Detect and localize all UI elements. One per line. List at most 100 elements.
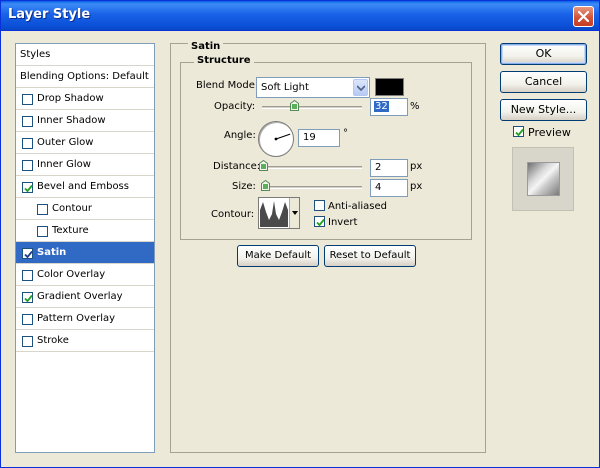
styles-item-label: Contour <box>52 203 92 214</box>
opacity-slider-thumb[interactable] <box>290 100 299 111</box>
styles-item-checkbox[interactable] <box>22 160 33 171</box>
styles-item-inner-glow[interactable]: Inner Glow <box>16 154 154 176</box>
make-default-button[interactable]: Make Default <box>237 245 319 267</box>
angle-value: 19 <box>303 132 316 143</box>
chevron-down-icon <box>357 85 365 91</box>
preview-checkbox[interactable] <box>513 126 524 137</box>
angle-dial[interactable] <box>258 121 294 157</box>
dialog-body: Styles Blending Options: Default Drop Shad… <box>4 32 596 466</box>
styles-item-texture[interactable]: Texture <box>16 220 154 242</box>
styles-item-contour[interactable]: Contour <box>16 198 154 220</box>
checkmark-icon <box>515 128 524 137</box>
anti-aliased-label: Anti-aliased <box>328 201 388 212</box>
styles-item-label: Color Overlay <box>37 269 106 280</box>
styles-item-label: Gradient Overlay <box>37 291 123 302</box>
contour-dropdown-button[interactable] <box>289 198 299 228</box>
blend-mode-label: Blend Mode: <box>196 80 259 91</box>
contour-curve-icon <box>260 201 288 227</box>
opacity-value: 32 <box>374 101 389 112</box>
triangle-down-icon <box>292 211 298 215</box>
styles-item-label: Drop Shadow <box>37 93 104 104</box>
contour-label: Contour: <box>211 209 255 220</box>
styles-item-label: Blending Options: Default <box>20 71 149 82</box>
styles-item-label: Inner Shadow <box>37 115 106 126</box>
distance-value: 2 <box>375 162 382 173</box>
invert-checkbox[interactable] <box>314 216 325 227</box>
styles-list: Styles Blending Options: Default Drop Shad… <box>15 43 155 453</box>
styles-item-color-overlay[interactable]: Color Overlay <box>16 264 154 286</box>
opacity-unit: % <box>410 101 420 112</box>
angle-unit: ° <box>343 128 348 139</box>
styles-item-inner-shadow[interactable]: Inner Shadow <box>16 110 154 132</box>
styles-item-outer-glow[interactable]: Outer Glow <box>16 132 154 154</box>
checkmark-icon <box>316 218 325 227</box>
size-slider-track[interactable] <box>262 186 362 189</box>
styles-item-checkbox[interactable] <box>22 138 33 149</box>
styles-item-checkbox[interactable] <box>22 270 33 281</box>
checkmark-icon <box>24 250 33 259</box>
styles-item-stroke[interactable]: Stroke <box>16 330 154 352</box>
checkmark-icon <box>24 184 33 193</box>
blend-mode-value: Soft Light <box>261 82 309 93</box>
cancel-button[interactable]: Cancel <box>500 71 587 93</box>
styles-item-checkbox[interactable] <box>22 336 33 347</box>
angle-label: Angle: <box>224 130 256 141</box>
styles-item-drop-shadow[interactable]: Drop Shadow <box>16 88 154 110</box>
ok-button[interactable]: OK <box>500 43 587 65</box>
styles-item-checkbox[interactable] <box>22 116 33 127</box>
distance-slider-thumb[interactable] <box>259 160 268 171</box>
styles-item-label: Satin <box>37 247 67 258</box>
size-label: Size: <box>232 181 256 192</box>
styles-item-label: Inner Glow <box>37 159 91 170</box>
distance-unit: px <box>410 161 423 172</box>
styles-item-checkbox[interactable] <box>22 314 33 325</box>
window-title: Layer Style <box>8 7 91 22</box>
structure-group-label: Structure <box>194 55 254 66</box>
title-bar[interactable]: Layer Style <box>1 1 599 31</box>
checkmark-icon <box>24 294 33 303</box>
layer-style-window: Layer Style Styles Blending Options: Defa… <box>0 0 600 468</box>
styles-item-checkbox[interactable] <box>22 94 33 105</box>
styles-item-label: Pattern Overlay <box>37 313 116 324</box>
styles-item-checkbox[interactable] <box>37 204 48 215</box>
opacity-input[interactable]: 32 <box>370 98 408 116</box>
satin-color-swatch[interactable] <box>375 78 404 96</box>
style-preview-swatch <box>527 162 560 196</box>
distance-input[interactable]: 2 <box>370 159 408 177</box>
size-unit: px <box>410 181 423 192</box>
styles-item-checkbox[interactable] <box>22 292 33 303</box>
anti-aliased-checkbox[interactable] <box>314 200 325 211</box>
styles-item-label: Bevel and Emboss <box>37 181 129 192</box>
size-slider-thumb[interactable] <box>261 180 270 191</box>
new-style-button[interactable]: New Style... <box>500 99 587 121</box>
satin-group-label: Satin <box>188 41 224 52</box>
styles-item-checkbox[interactable] <box>37 226 48 237</box>
reset-to-default-button[interactable]: Reset to Default <box>324 245 416 267</box>
styles-item-styles[interactable]: Styles <box>16 44 154 66</box>
opacity-slider-track[interactable] <box>262 106 362 109</box>
size-input[interactable]: 4 <box>370 179 408 197</box>
blend-mode-select[interactable]: Soft Light <box>256 77 370 98</box>
styles-item-bevel-and-emboss[interactable]: Bevel and Emboss <box>16 176 154 198</box>
styles-item-satin[interactable]: Satin <box>16 242 154 264</box>
angle-input[interactable]: 19 <box>298 129 340 147</box>
dropdown-arrow[interactable] <box>353 79 368 96</box>
styles-item-label: Outer Glow <box>37 137 94 148</box>
styles-item-label: Stroke <box>37 335 69 346</box>
style-preview <box>512 147 574 211</box>
preview-label: Preview <box>528 126 571 139</box>
distance-label: Distance: <box>213 161 261 172</box>
size-value: 4 <box>375 182 382 193</box>
styles-item-pattern-overlay[interactable]: Pattern Overlay <box>16 308 154 330</box>
styles-item-gradient-overlay[interactable]: Gradient Overlay <box>16 286 154 308</box>
invert-label: Invert <box>328 217 358 228</box>
styles-item-blending-options-default[interactable]: Blending Options: Default <box>16 66 154 88</box>
contour-picker[interactable] <box>258 197 300 229</box>
styles-item-checkbox[interactable] <box>22 248 33 259</box>
styles-item-checkbox[interactable] <box>22 182 33 193</box>
styles-item-label: Styles <box>20 49 51 60</box>
close-icon <box>578 11 589 22</box>
distance-slider-track[interactable] <box>262 166 362 169</box>
opacity-label: Opacity: <box>214 101 256 112</box>
close-button[interactable] <box>573 6 594 27</box>
